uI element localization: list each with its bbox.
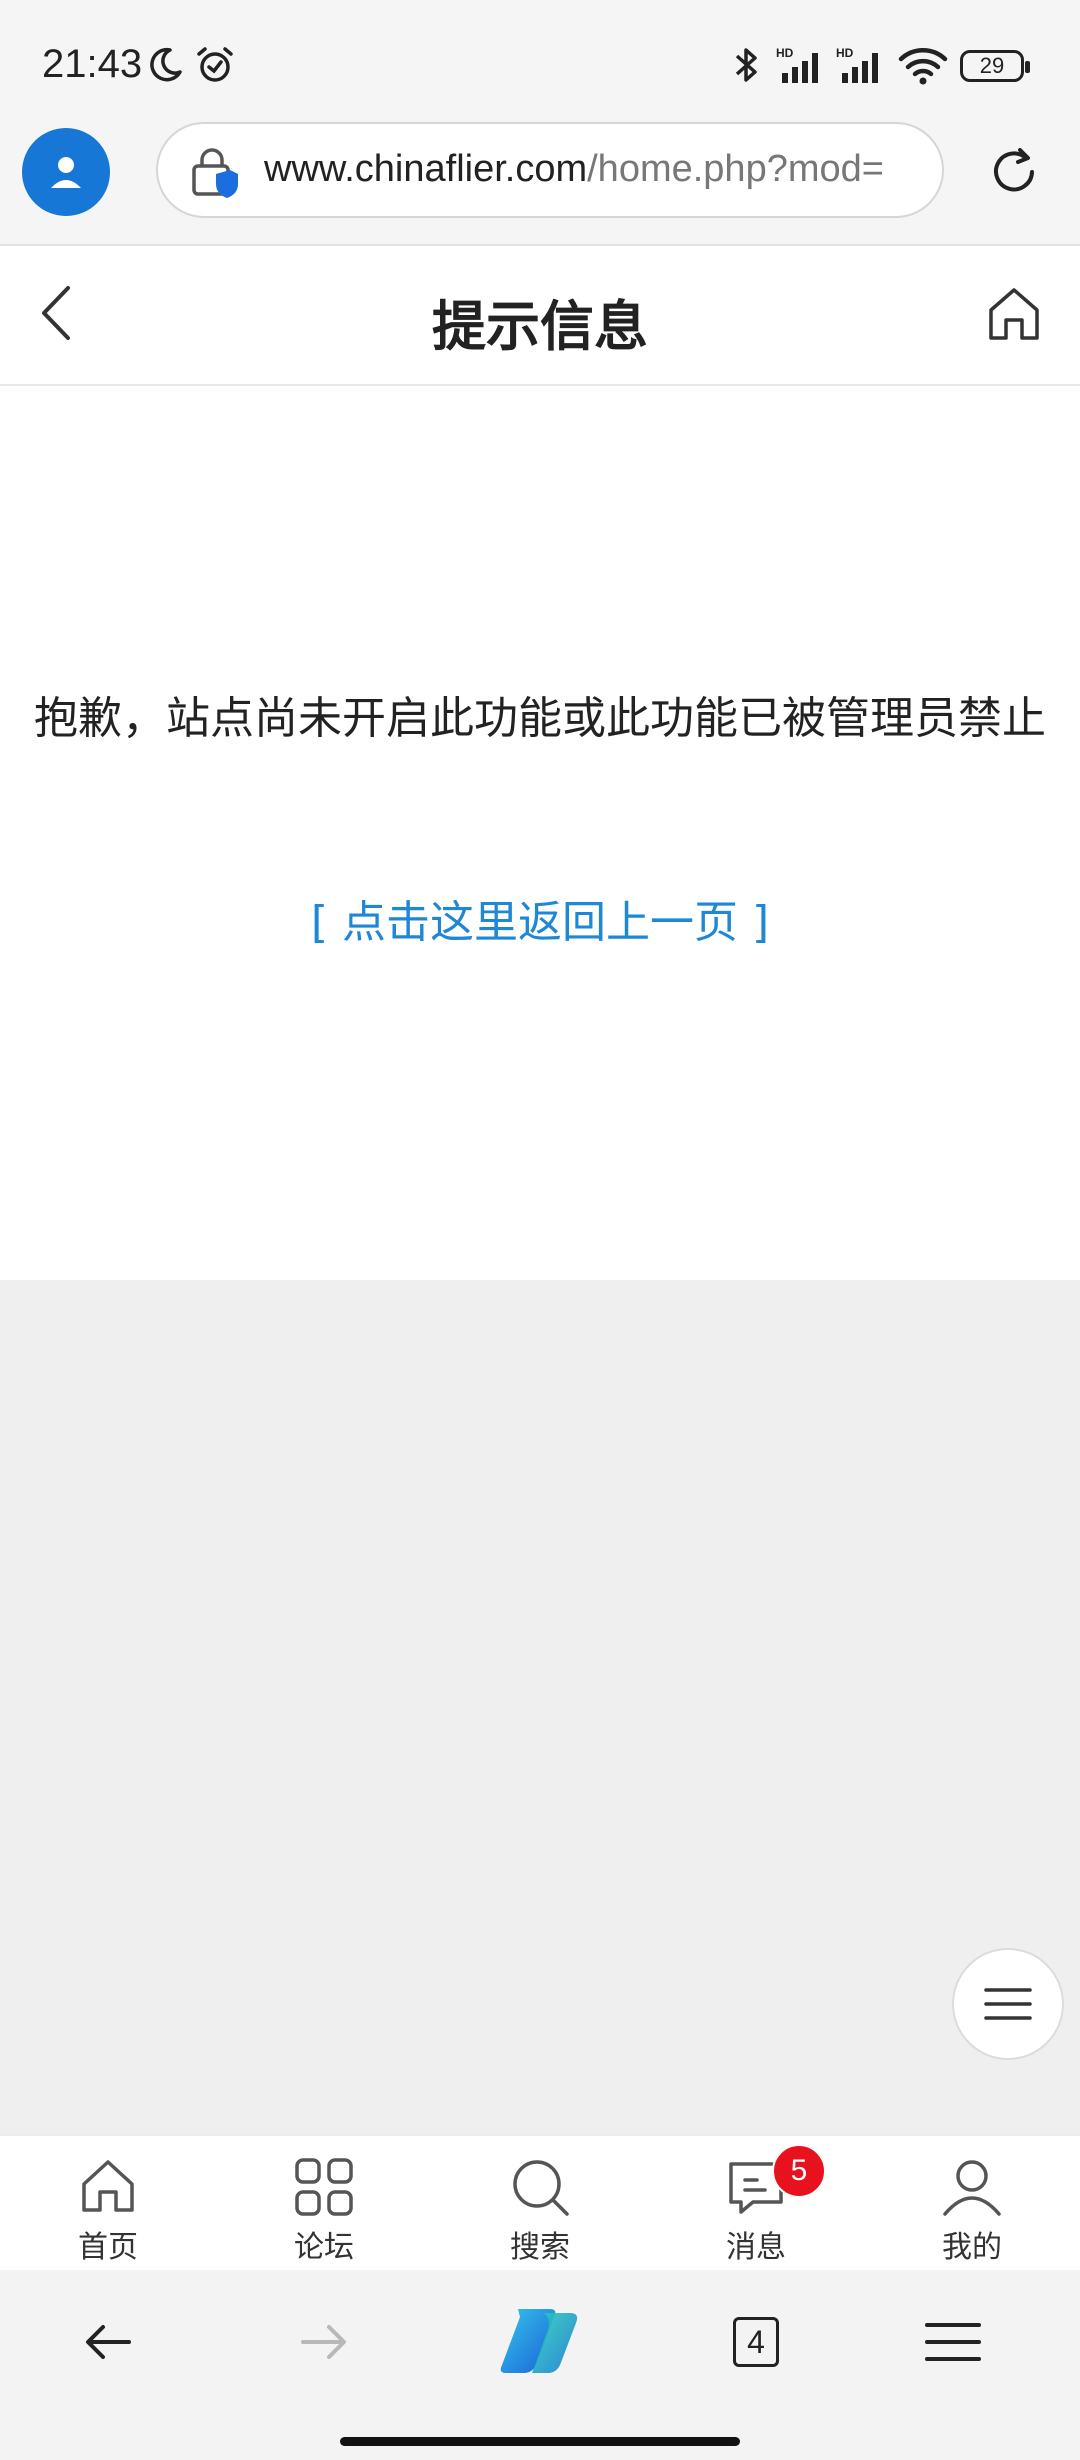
- floating-menu-button[interactable]: [952, 1948, 1064, 2060]
- reload-icon[interactable]: [984, 142, 1044, 206]
- moon-icon: [142, 42, 188, 88]
- nav-label: 首页: [78, 2230, 138, 2265]
- home-icon: [0, 2156, 216, 2216]
- battery-indicator: 29: [960, 50, 1030, 82]
- nav-label: 消息: [726, 2230, 786, 2265]
- nav-item-home[interactable]: 首页: [0, 2136, 216, 2272]
- home-icon[interactable]: [986, 284, 1042, 348]
- unread-badge: 5: [772, 2144, 826, 2198]
- nav-item-forum[interactable]: 论坛: [216, 2136, 432, 2272]
- error-message: 抱歉，站点尚未开启此功能或此功能已被管理员禁止: [34, 693, 1046, 744]
- back-link[interactable]: [ 点击这里返回上一页 ]: [0, 886, 1080, 950]
- search-icon: [432, 2156, 648, 2218]
- nav-item-profile[interactable]: 我的: [864, 2136, 1080, 2272]
- site-bottom-nav: 首页 论坛 搜索 5 消息 我的: [0, 2134, 1080, 2272]
- svg-text:HD: HD: [776, 46, 794, 60]
- status-time: 21:43: [42, 42, 143, 86]
- browser-address-bar: www.chinaflier.com/home.php?mod=: [0, 120, 1080, 246]
- forward-arrow-icon[interactable]: [294, 2312, 354, 2372]
- page-header: 提示信息: [0, 246, 1080, 386]
- nav-item-messages[interactable]: 5 消息: [648, 2136, 864, 2272]
- page-title: 提示信息: [432, 295, 648, 358]
- svg-text:HD: HD: [836, 46, 854, 60]
- url-input[interactable]: www.chinaflier.com/home.php?mod=: [156, 122, 944, 218]
- nav-label: 搜索: [510, 2230, 570, 2265]
- url-text[interactable]: www.chinaflier.com/home.php?mod=: [264, 148, 924, 191]
- message-icon: [648, 2156, 864, 2218]
- signal-hd-icon: HD: [836, 42, 888, 88]
- alarm-icon: [192, 42, 238, 88]
- secure-lock-icon[interactable]: [186, 144, 242, 204]
- status-bar: 21:43 HD HD 29: [0, 0, 1080, 120]
- nav-label: 我的: [942, 2230, 1002, 2265]
- tabs-count: 4: [733, 2317, 779, 2367]
- nav-label: 论坛: [294, 2230, 354, 2265]
- person-icon: [864, 2156, 1080, 2218]
- tabs-icon[interactable]: 4: [726, 2312, 786, 2372]
- copilot-icon[interactable]: [494, 2306, 586, 2376]
- home-indicator[interactable]: [340, 2437, 740, 2446]
- hamburger-icon: [984, 1988, 1032, 2020]
- message-panel: 抱歉，站点尚未开启此功能或此功能已被管理员禁止 [ 点击这里返回上一页 ]: [0, 386, 1080, 1280]
- browser-toolbar: 4: [0, 2270, 1080, 2460]
- signal-hd-icon: HD: [776, 42, 828, 88]
- grid-icon: [216, 2156, 432, 2218]
- wifi-icon: [896, 42, 950, 88]
- back-arrow-icon[interactable]: [78, 2312, 138, 2372]
- profile-icon[interactable]: [22, 128, 110, 216]
- menu-icon[interactable]: [922, 2312, 984, 2372]
- nav-item-search[interactable]: 搜索: [432, 2136, 648, 2272]
- bluetooth-icon: [726, 42, 766, 88]
